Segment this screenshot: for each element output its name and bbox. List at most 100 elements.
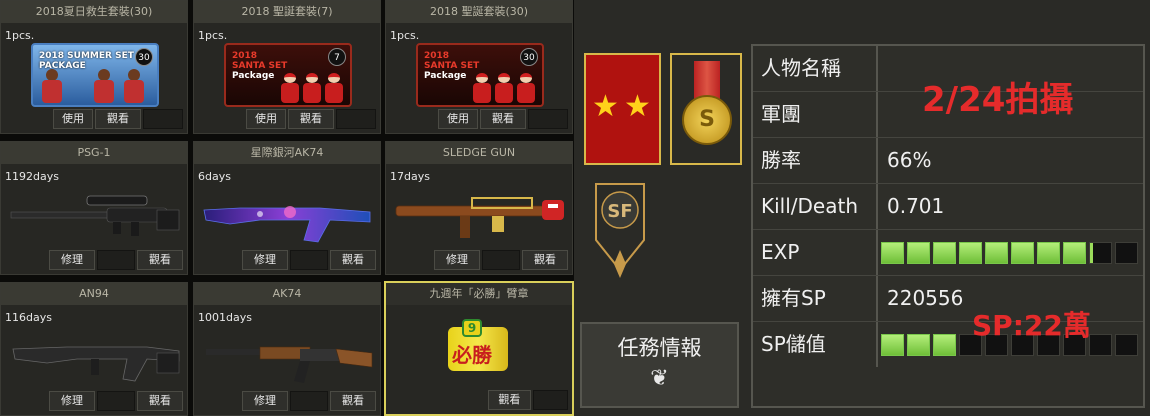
package-label: 2018 SUMMER SET PACKAGE bbox=[39, 51, 134, 71]
stat-label: 軍團 bbox=[753, 92, 878, 137]
item-actions: 觀看 bbox=[390, 390, 568, 410]
stat-label: EXP bbox=[753, 230, 878, 275]
santa-figure bbox=[324, 73, 344, 103]
inventory-item-psg1[interactable]: PSG-1 1192days 修理 觀看 bbox=[0, 141, 188, 275]
stat-row-winrate: 勝率 66% bbox=[753, 138, 1143, 184]
item-title: 星際銀河AK74 bbox=[194, 142, 380, 164]
view-button[interactable]: 觀看 bbox=[330, 250, 376, 270]
progress-segment bbox=[959, 242, 982, 264]
item-actions: 修理 觀看 bbox=[198, 250, 376, 270]
stat-label: 勝率 bbox=[753, 138, 878, 183]
character-figure bbox=[123, 69, 145, 103]
medal-badge: S bbox=[670, 53, 742, 165]
package-label-line3: Package bbox=[232, 71, 275, 81]
inventory-grid: 2018夏日救生套裝(30) 1pcs. 2018 SUMMER SET PAC… bbox=[0, 0, 574, 416]
repair-button[interactable]: 修理 bbox=[242, 250, 288, 270]
item-actions: 使用 觀看 bbox=[198, 109, 376, 129]
package-image: 2018 SANTA SET Package 7 bbox=[224, 43, 352, 107]
inventory-item-ak74[interactable]: AK74 1001days 修理 觀看 bbox=[193, 282, 381, 416]
repair-button[interactable]: 修理 bbox=[49, 391, 95, 411]
medal-coin-icon: S bbox=[682, 95, 732, 145]
package-label-line1: 2018 bbox=[424, 51, 450, 61]
item-quantity: 1192days bbox=[5, 170, 59, 183]
view-button[interactable]: 觀看 bbox=[137, 391, 183, 411]
progress-segment bbox=[1115, 334, 1138, 356]
empty-button-slot bbox=[97, 391, 135, 411]
progress-segment bbox=[985, 242, 1008, 264]
inventory-item-summer-set[interactable]: 2018夏日救生套裝(30) 1pcs. 2018 SUMMER SET PAC… bbox=[0, 0, 188, 134]
progress-segment bbox=[907, 242, 930, 264]
sledge-gun-icon bbox=[395, 197, 564, 238]
armband-text: 必勝 bbox=[452, 343, 492, 367]
package-label-line2: SANTA SET bbox=[424, 61, 480, 71]
view-button[interactable]: 觀看 bbox=[288, 109, 334, 129]
item-quantity: 1pcs. bbox=[390, 29, 420, 42]
mission-info-label: 任務情報 bbox=[617, 336, 702, 360]
item-quantity: 1pcs. bbox=[5, 29, 35, 42]
item-title: SLEDGE GUN bbox=[386, 142, 572, 164]
progress-segment bbox=[881, 242, 904, 264]
package-label-line2: SANTA SET bbox=[232, 61, 288, 71]
package-label: 2018 SANTA SET Package bbox=[424, 51, 479, 81]
inventory-item-galaxy-ak74[interactable]: 星際銀河AK74 6days 修理 觀看 bbox=[193, 141, 381, 275]
item-quantity: 6days bbox=[198, 170, 231, 183]
empty-button-slot bbox=[143, 109, 183, 129]
use-button[interactable]: 使用 bbox=[438, 109, 478, 129]
progress-segment bbox=[1115, 242, 1138, 264]
view-button[interactable]: 觀看 bbox=[488, 390, 531, 410]
view-button[interactable]: 觀看 bbox=[137, 250, 183, 270]
progress-segment bbox=[1089, 334, 1112, 356]
package-count-badge: 30 bbox=[135, 48, 153, 66]
repair-button[interactable]: 修理 bbox=[49, 250, 95, 270]
sf-emblem-icon: SF bbox=[595, 183, 645, 278]
rank-star-icon: ★ bbox=[592, 89, 619, 124]
item-actions: 修理 觀看 bbox=[5, 250, 183, 270]
item-actions: 使用 觀看 bbox=[5, 109, 183, 129]
wings-icon: ❦ bbox=[650, 366, 669, 391]
use-button[interactable]: 使用 bbox=[53, 109, 93, 129]
view-button[interactable]: 觀看 bbox=[95, 109, 141, 129]
package-label-line3: Package bbox=[424, 71, 467, 81]
package-label-line1: 2018 SUMMER SET bbox=[39, 51, 134, 61]
repair-button[interactable]: 修理 bbox=[434, 250, 480, 270]
annotation-sp: SP:22萬 bbox=[972, 309, 1091, 342]
package-label-line1: 2018 bbox=[232, 51, 258, 61]
inventory-item-santa-set-30[interactable]: 2018 聖誕套裝(30) 1pcs. 2018 SANTA SET Packa… bbox=[385, 0, 573, 134]
progress-segment bbox=[1089, 242, 1112, 264]
inventory-item-armband[interactable]: 九週年「必勝」臂章 9 必勝 觀看 bbox=[384, 281, 574, 416]
ak-rifle-icon bbox=[206, 346, 373, 383]
inventory-item-an94[interactable]: AN94 116days 修理 觀看 bbox=[0, 282, 188, 416]
armband-number: 9 bbox=[462, 319, 482, 337]
armband-icon: 9 必勝 bbox=[448, 319, 508, 375]
view-button[interactable]: 觀看 bbox=[330, 391, 376, 411]
stat-label: Kill/Death bbox=[753, 184, 878, 229]
item-title: PSG-1 bbox=[1, 142, 187, 164]
item-actions: 修理 觀看 bbox=[198, 391, 376, 411]
view-button[interactable]: 觀看 bbox=[522, 250, 568, 270]
repair-button[interactable]: 修理 bbox=[242, 391, 288, 411]
item-actions: 修理 觀看 bbox=[390, 250, 568, 270]
item-title: AK74 bbox=[194, 283, 380, 305]
santa-figure bbox=[494, 73, 514, 103]
use-button[interactable]: 使用 bbox=[246, 109, 286, 129]
stat-label: 擁有SP bbox=[753, 276, 878, 321]
sniper-rifle-icon bbox=[10, 195, 180, 236]
character-figure bbox=[93, 69, 115, 103]
emblem-text: SF bbox=[607, 201, 632, 222]
assault-rifle-icon bbox=[12, 346, 180, 382]
item-title: 2018 聖誕套裝(30) bbox=[386, 1, 572, 23]
item-quantity: 17days bbox=[390, 170, 430, 183]
stat-value: 220556 bbox=[887, 286, 964, 310]
view-button[interactable]: 觀看 bbox=[480, 109, 526, 129]
item-title: AN94 bbox=[1, 283, 187, 305]
mission-info-button[interactable]: 任務情報 ❦ bbox=[580, 322, 739, 408]
package-image: 2018 SANTA SET Package 30 bbox=[416, 43, 544, 107]
santa-figure bbox=[472, 73, 492, 103]
santa-figure bbox=[516, 73, 536, 103]
santa-figure bbox=[280, 73, 300, 103]
empty-button-slot bbox=[290, 250, 328, 270]
screenshot-root: 2018夏日救生套裝(30) 1pcs. 2018 SUMMER SET PAC… bbox=[0, 0, 1150, 416]
inventory-item-sledge-gun[interactable]: SLEDGE GUN 17days 修理 觀看 bbox=[385, 141, 573, 275]
inventory-item-santa-set-7[interactable]: 2018 聖誕套裝(7) 1pcs. 2018 SANTA SET Packag… bbox=[193, 0, 381, 134]
empty-button-slot bbox=[528, 109, 568, 129]
